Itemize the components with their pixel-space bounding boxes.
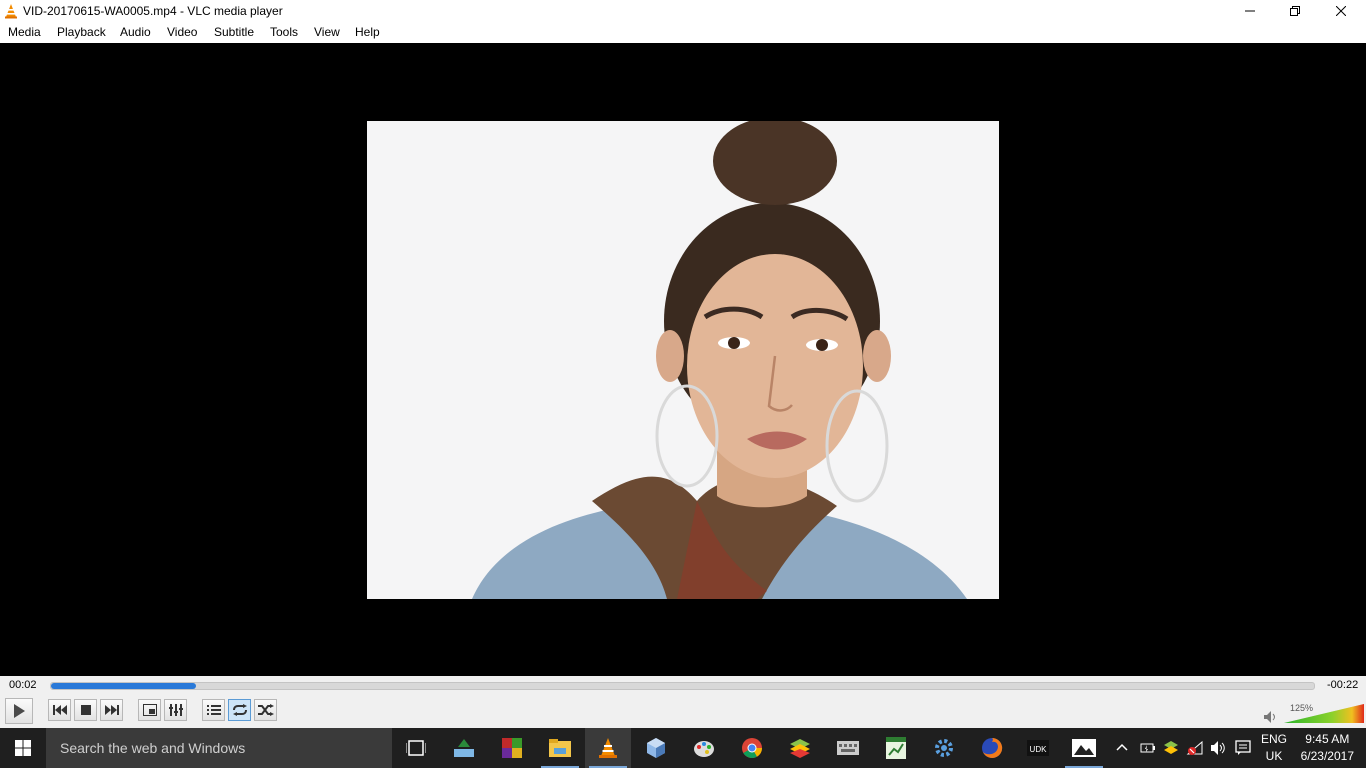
seek-bar-fill	[51, 683, 197, 689]
taskbar-app-winrar[interactable]	[489, 728, 535, 768]
minimize-button[interactable]	[1227, 0, 1273, 22]
vlc-cone-icon	[5, 4, 17, 19]
menu-help[interactable]: Help	[355, 25, 380, 39]
chevron-up-icon[interactable]	[1116, 743, 1128, 751]
stop-button[interactable]	[74, 699, 97, 721]
taskbar-app-photos[interactable]	[1061, 728, 1107, 768]
extended-settings-button[interactable]	[164, 699, 187, 721]
taskbar: Search the web and Windows UDK ENG UK 9:…	[0, 728, 1366, 768]
menu-tools[interactable]: Tools	[270, 25, 298, 39]
language-indicator[interactable]: ENG UK	[1261, 731, 1287, 765]
video-frame[interactable]	[367, 121, 999, 599]
close-icon	[1336, 6, 1346, 16]
previous-button[interactable]	[48, 699, 71, 721]
menu-audio[interactable]: Audio	[120, 25, 151, 39]
winrar-icon	[502, 738, 522, 758]
menu-bar: Media Playback Audio Video Subtitle Tool…	[0, 22, 1366, 43]
battery-charging-icon[interactable]	[1140, 741, 1156, 755]
taskbar-app-file-explorer[interactable]	[537, 728, 583, 768]
volume-slider[interactable]	[1284, 702, 1364, 724]
next-button[interactable]	[100, 699, 123, 721]
paint-palette-icon	[694, 741, 714, 757]
udk-icon: UDK	[1027, 740, 1049, 756]
taskbar-app-downloader[interactable]	[441, 728, 487, 768]
language-region: UK	[1265, 749, 1283, 763]
window-title: VID-20170615-WA0005.mp4 - VLC media play…	[23, 4, 283, 18]
firefox-icon	[982, 737, 1003, 758]
seek-bar[interactable]	[50, 682, 1315, 690]
minimize-icon	[1245, 10, 1255, 12]
photos-icon	[1072, 739, 1096, 757]
windows-logo-icon	[15, 740, 31, 756]
virtualbox-cube-icon	[647, 738, 665, 758]
play-icon	[14, 704, 25, 718]
task-view-icon	[406, 740, 426, 756]
menu-view[interactable]: View	[314, 25, 340, 39]
restore-icon	[1290, 6, 1300, 16]
clock[interactable]: 9:45 AM 6/23/2017	[1301, 731, 1354, 765]
language-code: ENG	[1261, 732, 1288, 746]
loop-icon	[232, 704, 247, 716]
shuffle-button[interactable]	[254, 699, 277, 721]
volume-icon[interactable]	[1210, 740, 1228, 756]
fullscreen-icon	[142, 704, 157, 716]
taskbar-app-vlc[interactable]	[585, 728, 631, 768]
taskbar-app-paint[interactable]	[681, 728, 727, 768]
clock-date: 6/23/2017	[1300, 749, 1354, 763]
network-disconnected-icon[interactable]	[1186, 740, 1204, 756]
next-icon	[104, 705, 119, 715]
restore-button[interactable]	[1272, 0, 1318, 22]
equalizer-icon	[168, 704, 183, 716]
taskbar-app-keyboard[interactable]	[825, 728, 871, 768]
search-placeholder: Search the web and Windows	[60, 740, 246, 756]
menu-subtitle[interactable]: Subtitle	[214, 25, 254, 39]
play-button[interactable]	[5, 698, 33, 724]
vlc-cone-icon	[599, 738, 617, 758]
video-area[interactable]	[0, 43, 1366, 676]
elapsed-time: 00:02	[9, 679, 37, 691]
previous-icon	[52, 705, 67, 715]
taskbar-app-chrome[interactable]	[729, 728, 775, 768]
playlist-button[interactable]	[202, 699, 225, 721]
svg-text:UDK: UDK	[1030, 745, 1048, 754]
gear-icon	[935, 739, 953, 757]
taskbar-app-spreadsheet[interactable]	[873, 728, 919, 768]
chrome-icon	[742, 738, 762, 758]
close-button[interactable]	[1318, 0, 1364, 22]
taskbar-app-udk[interactable]: UDK	[1015, 728, 1061, 768]
menu-media[interactable]: Media	[8, 25, 41, 39]
menu-playback[interactable]: Playback	[57, 25, 106, 39]
action-center-icon[interactable]	[1235, 740, 1251, 756]
spreadsheet-icon	[886, 737, 906, 759]
clock-time: 9:45 AM	[1305, 732, 1350, 746]
taskbar-app-virtualbox[interactable]	[633, 728, 679, 768]
bluestacks-icon	[790, 739, 810, 758]
task-view-button[interactable]	[393, 728, 439, 768]
playlist-icon	[206, 705, 221, 715]
title-bar: VID-20170615-WA0005.mp4 - VLC media play…	[0, 0, 1366, 22]
start-button[interactable]	[0, 728, 46, 768]
menu-video[interactable]: Video	[167, 25, 197, 39]
taskbar-app-settings[interactable]	[921, 728, 967, 768]
speaker-icon[interactable]	[1264, 711, 1278, 723]
download-manager-icon	[454, 739, 474, 757]
bluestacks-tray-icon[interactable]	[1163, 740, 1179, 756]
shuffle-icon	[257, 704, 274, 716]
folder-icon	[549, 739, 571, 757]
video-person-image	[367, 121, 999, 599]
taskbar-app-firefox[interactable]	[969, 728, 1015, 768]
remaining-time: -00:22	[1327, 679, 1359, 691]
fullscreen-button[interactable]	[138, 699, 161, 721]
taskbar-search-box[interactable]: Search the web and Windows	[46, 728, 392, 768]
loop-button[interactable]	[228, 699, 251, 721]
player-controls: 00:02 -00:22 125%	[0, 676, 1366, 728]
taskbar-app-bluestacks[interactable]	[777, 728, 823, 768]
stop-icon	[80, 705, 91, 715]
keyboard-icon	[837, 741, 859, 755]
